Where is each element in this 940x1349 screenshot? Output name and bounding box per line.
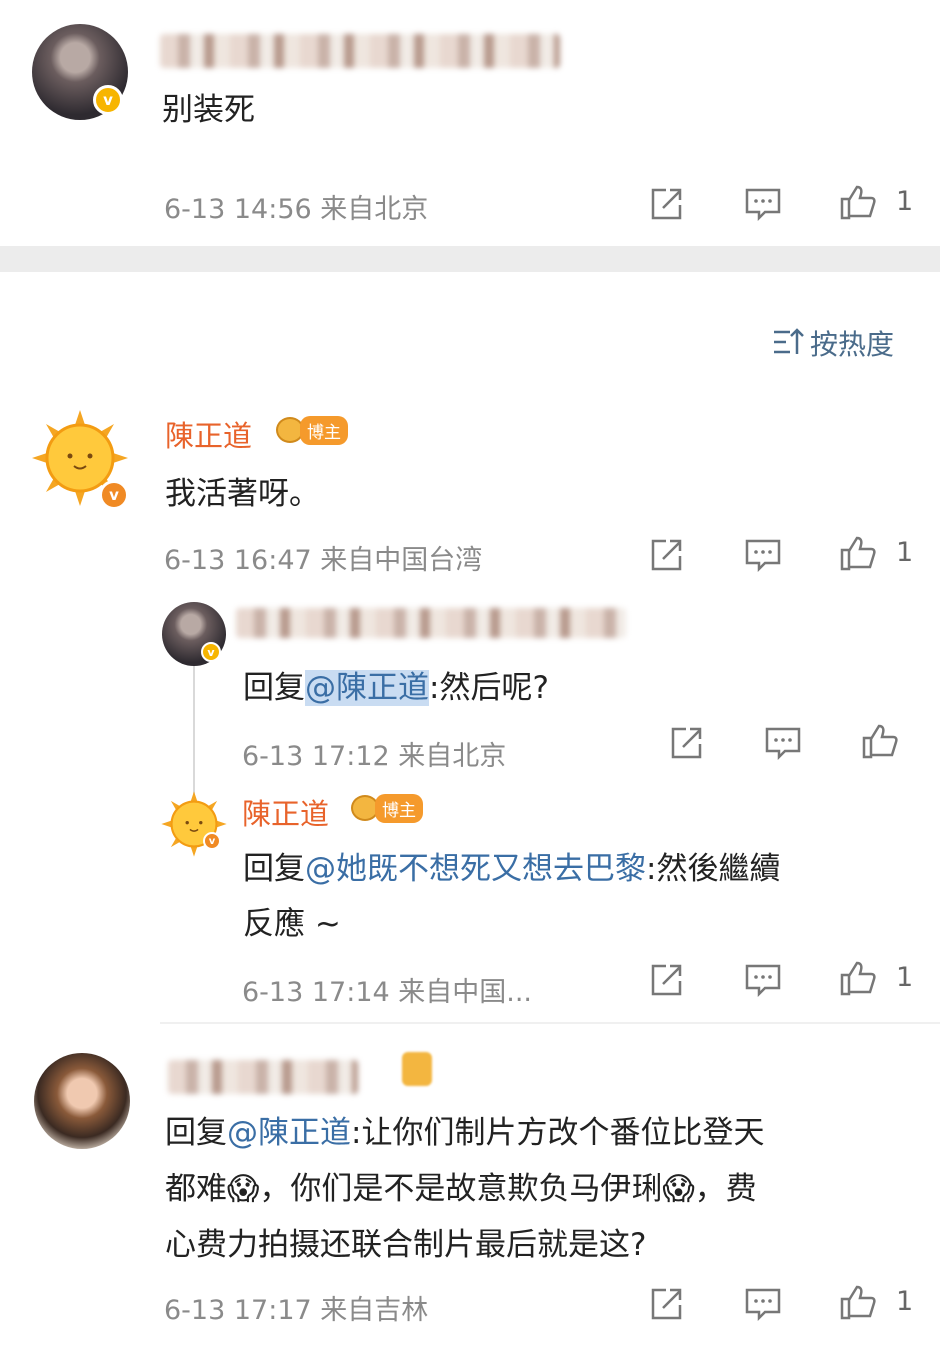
comment-meta: 6-13 14:56 来自北京 — [164, 194, 429, 225]
thread-line — [193, 660, 195, 800]
blurred-username — [236, 608, 626, 638]
reply-meta: 6-13 17:12 来自北京 — [242, 741, 507, 772]
comment-icon[interactable] — [743, 184, 783, 224]
author-badge: 博主 — [351, 793, 423, 823]
like-count: 1 — [896, 186, 914, 217]
mention-link[interactable]: @她既不想死又想去巴黎 — [305, 851, 646, 887]
like-count: 1 — [896, 962, 914, 993]
comment-text: 别装死 — [162, 92, 255, 128]
like-icon[interactable] — [838, 958, 878, 998]
share-icon[interactable] — [646, 960, 686, 1000]
comment-text: 我活著呀。 — [165, 476, 320, 512]
sort-icon[interactable] — [772, 324, 804, 360]
like-icon[interactable] — [838, 182, 878, 222]
comment-meta: 6-13 16:47 来自中国台湾 — [164, 545, 483, 576]
reply-meta: 6-13 17:14 来自中国... — [242, 977, 532, 1008]
like-icon[interactable] — [838, 533, 878, 573]
blurred-username — [168, 1060, 358, 1094]
author-name[interactable]: 陳正道 — [165, 413, 252, 455]
comment-icon[interactable] — [743, 960, 783, 1000]
author-badge: 博主 — [276, 415, 348, 445]
sort-label[interactable]: 按热度 — [810, 323, 894, 363]
like-count: 1 — [896, 1286, 914, 1317]
comment-text: 回复@陳正道:让你们制片方改个番位比登天 — [165, 1115, 765, 1151]
verified-badge-icon: v — [99, 480, 129, 510]
like-icon[interactable] — [838, 1282, 878, 1322]
author-name[interactable]: 陳正道 — [242, 791, 329, 833]
comment-icon[interactable] — [763, 723, 803, 763]
like-icon[interactable] — [860, 721, 900, 761]
comment-text-line2: 都难😱，你们是不是故意欺负马伊琍😱，费 — [165, 1171, 757, 1207]
share-icon[interactable] — [666, 723, 706, 763]
comment-meta: 6-13 17:17 来自吉林 — [164, 1295, 429, 1326]
verified-badge-icon: v — [203, 832, 221, 850]
verified-badge-icon: v — [201, 642, 221, 662]
mention-link[interactable]: @陳正道 — [227, 1115, 351, 1151]
reply-text-line2: 反應 ~ — [243, 906, 341, 942]
share-icon[interactable] — [646, 1284, 686, 1324]
blurred-username — [160, 34, 560, 68]
comment-icon[interactable] — [743, 1284, 783, 1324]
like-count: 1 — [896, 537, 914, 568]
reply-text: 回复@她既不想死又想去巴黎:然後繼續 — [243, 851, 781, 887]
share-icon[interactable] — [646, 535, 686, 575]
item-divider — [160, 1022, 940, 1024]
share-icon[interactable] — [646, 184, 686, 224]
verified-badge-icon: v — [93, 85, 123, 115]
avatar[interactable] — [34, 1053, 130, 1149]
section-divider — [0, 246, 940, 272]
level-badge-icon — [402, 1052, 432, 1086]
comment-text-line3: 心费力拍摄还联合制片最后就是这? — [165, 1227, 647, 1263]
mention-link[interactable]: @陳正道 — [305, 670, 429, 706]
comment-icon[interactable] — [743, 535, 783, 575]
reply-text: 回复@陳正道:然后呢? — [243, 670, 549, 706]
